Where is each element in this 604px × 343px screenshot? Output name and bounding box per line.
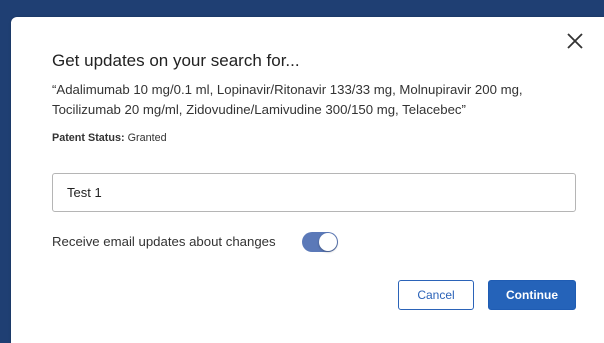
patent-status-label: Patent Status:: [52, 132, 125, 144]
email-updates-toggle[interactable]: [302, 232, 338, 252]
dialog-title: Get updates on your search for...: [52, 51, 300, 70]
cancel-button[interactable]: Cancel: [398, 280, 474, 310]
close-icon: [567, 33, 583, 49]
email-updates-label: Receive email updates about changes: [52, 234, 276, 249]
search-query-text: “Adalimumab 10 mg/0.1 ml, Lopinavir/Rito…: [52, 82, 523, 117]
patent-status-value: Granted: [127, 132, 167, 144]
toggle-knob: [319, 233, 337, 251]
patent-status: Patent Status: Granted: [52, 132, 167, 144]
background-left-edge: [0, 22, 11, 343]
alert-name-input[interactable]: [52, 173, 576, 212]
close-button[interactable]: [565, 31, 585, 51]
continue-button[interactable]: Continue: [488, 280, 576, 310]
